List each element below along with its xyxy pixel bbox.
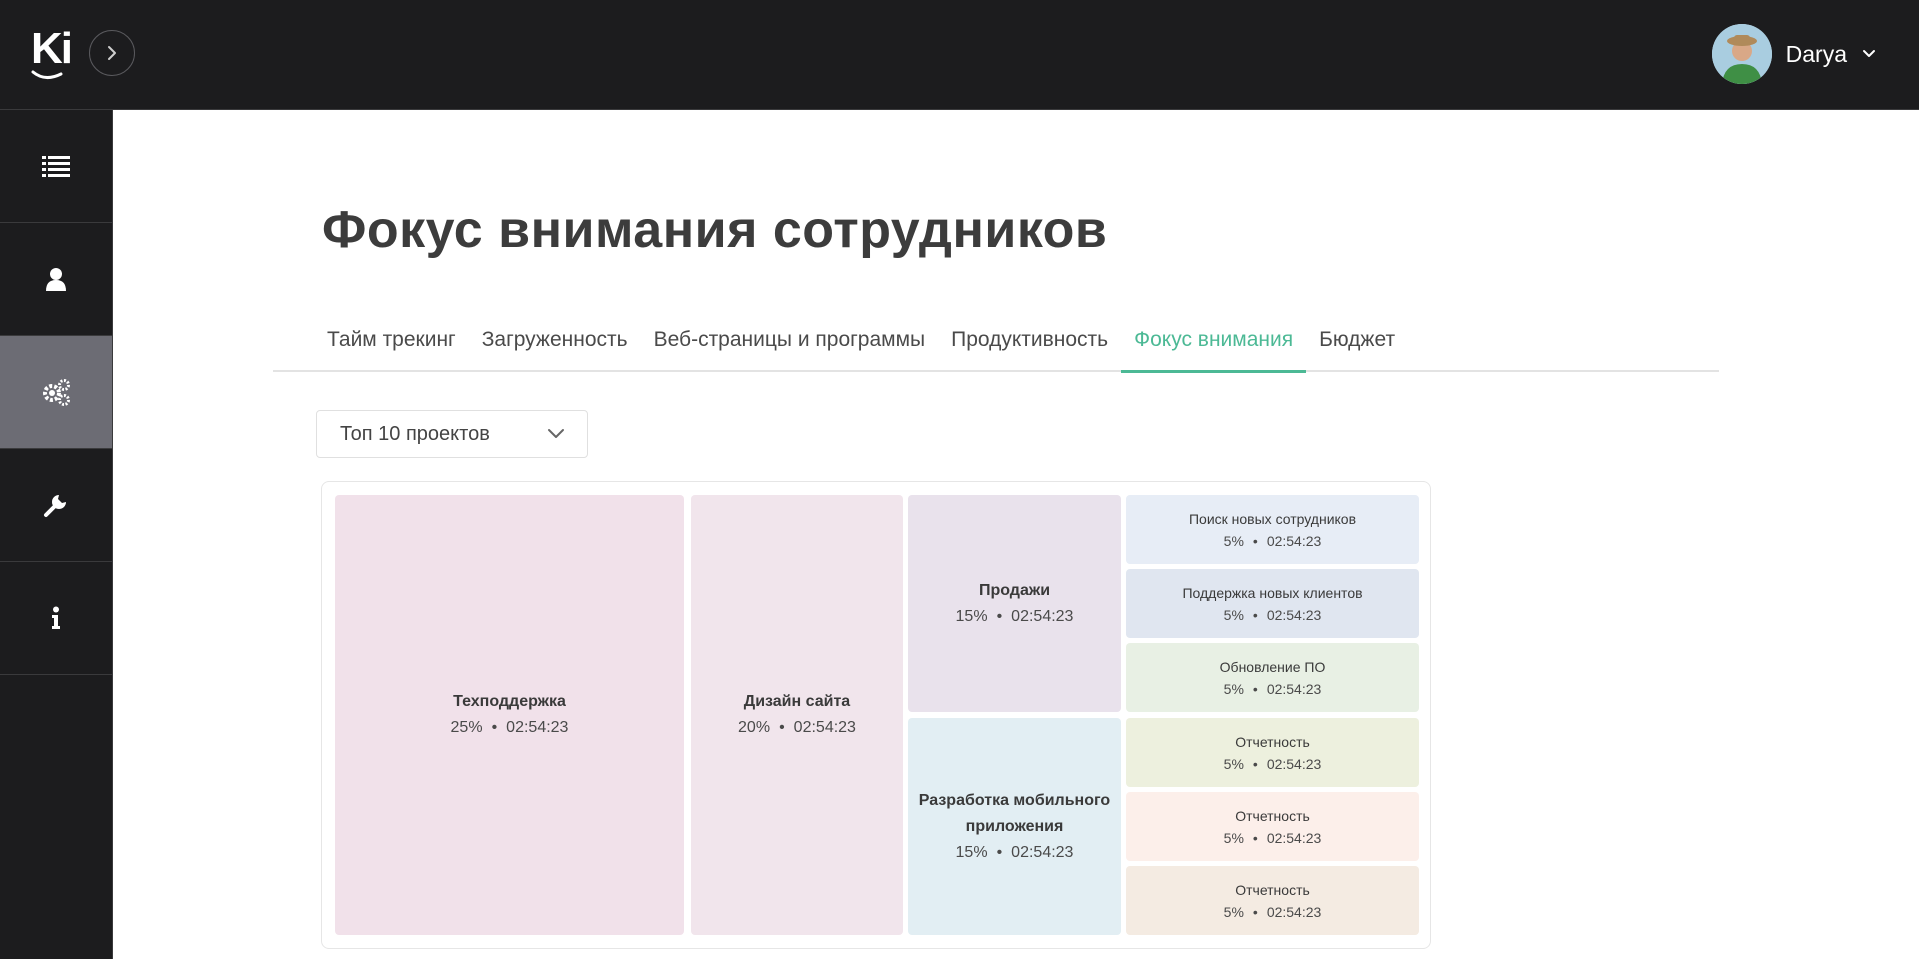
treemap-tile[interactable]: Обновление ПО 5% • 02:54:23 <box>1126 643 1419 712</box>
treemap-tile-time: 02:54:23 <box>1266 606 1322 623</box>
tab-budget[interactable]: Бюджет <box>1306 318 1408 362</box>
treemap-tile-name: Отчетность <box>1235 807 1310 824</box>
tab-web-apps[interactable]: Веб-страницы и программы <box>641 318 939 362</box>
wrench-icon <box>44 495 66 517</box>
treemap-tile-percent: 15% <box>955 607 988 625</box>
tab-workload[interactable]: Загруженность <box>469 318 641 362</box>
sidebar-item-list[interactable] <box>0 110 112 223</box>
tab-focus[interactable]: Фокус внимания <box>1121 318 1307 373</box>
treemap-tile-time: 02:54:23 <box>1266 532 1322 549</box>
treemap-tile-name: Техподдержка <box>453 693 566 710</box>
treemap-tile-meta: 20% • 02:54:23 <box>738 715 856 741</box>
separator-dot: • <box>1252 680 1258 697</box>
treemap-tile-percent: 5% <box>1223 903 1244 920</box>
treemap-tile-meta: 5% • 02:54:23 <box>1224 753 1322 775</box>
treemap-tile-meta: 5% • 02:54:23 <box>1224 530 1322 552</box>
chevron-down-icon <box>548 429 564 438</box>
treemap-tile-time: 02:54:23 <box>506 719 569 736</box>
treemap-tile[interactable]: Дизайн сайта 20% • 02:54:23 <box>691 495 903 935</box>
treemap-tile-percent: 5% <box>1223 680 1244 697</box>
treemap-tile-percent: 5% <box>1223 755 1244 772</box>
app-logo[interactable]: Ki <box>31 24 83 80</box>
treemap-tile-time: 02:54:23 <box>1266 755 1322 772</box>
chevron-right-icon <box>108 46 116 60</box>
treemap-tile-percent: 25% <box>450 719 483 736</box>
treemap-tile-name: Поддержка новых клиентов <box>1182 584 1363 601</box>
treemap-tile-name: Продажи <box>978 581 1051 599</box>
treemap-tile[interactable]: Поддержка новых клиентов 5% • 02:54:23 <box>1126 569 1419 638</box>
user-name[interactable]: Darya <box>1786 41 1847 68</box>
treemap-tile-name: Дизайн сайта <box>743 693 851 710</box>
treemap-tile-meta: 5% • 02:54:23 <box>1224 827 1322 849</box>
user-icon <box>46 268 66 291</box>
user-menu[interactable]: Darya <box>1711 24 1877 84</box>
treemap-tile-name: Разработка мобильного приложения <box>918 791 1111 835</box>
sidebar-item-tools[interactable] <box>0 449 112 562</box>
treemap-tile[interactable]: Поиск новых сотрудников 5% • 02:54:23 <box>1126 495 1419 564</box>
tab-time-tracking[interactable]: Тайм трекинг <box>317 318 469 362</box>
gears-icon <box>43 379 70 406</box>
treemap-tile-time: 02:54:23 <box>1266 903 1322 920</box>
treemap-tile[interactable]: Техподдержка 25% • 02:54:23 <box>335 495 684 935</box>
treemap-tile[interactable]: Продажи 15% • 02:54:23 <box>908 495 1121 712</box>
sidebar-toggle-button[interactable] <box>89 30 135 76</box>
treemap-tile-percent: 15% <box>955 843 988 861</box>
treemap-tile-name: Отчетность <box>1235 733 1310 750</box>
separator-dot: • <box>996 843 1003 861</box>
chevron-down-icon[interactable] <box>1861 48 1877 60</box>
treemap-tile-percent: 20% <box>738 719 771 736</box>
separator-dot: • <box>1252 755 1258 772</box>
sidebar <box>0 110 113 959</box>
separator-dot: • <box>1252 532 1258 549</box>
focus-treemap: Техподдержка 25% • 02:54:23 Дизайн сайта 20% •… <box>321 481 1431 949</box>
treemap-tile-meta: 15% • 02:54:23 <box>956 840 1074 866</box>
separator-dot: • <box>491 719 498 736</box>
treemap-tile-time: 02:54:23 <box>1011 843 1074 861</box>
treemap-tile-percent: 5% <box>1223 829 1244 846</box>
treemap-tile-name: Поиск новых сотрудников <box>1188 510 1357 527</box>
separator-dot: • <box>996 607 1003 625</box>
treemap-tile-time: 02:54:23 <box>1011 607 1074 625</box>
separator-dot: • <box>1252 606 1258 623</box>
tab-bar: Тайм трекинг Загруженность Веб-страницы … <box>273 318 1719 373</box>
treemap-tile-percent: 5% <box>1223 606 1244 623</box>
avatar[interactable] <box>1711 24 1772 84</box>
treemap-tile-percent: 5% <box>1223 532 1244 549</box>
project-filter-value: Топ 10 проектов <box>340 422 490 445</box>
project-filter-select[interactable]: Топ 10 проектов <box>316 410 588 458</box>
treemap-tile[interactable]: Отчетность 5% • 02:54:23 <box>1126 792 1419 861</box>
treemap-tile-name: Обновление ПО <box>1219 658 1326 675</box>
top-bar: Ki Darya <box>0 0 1919 110</box>
treemap-tile-meta: 15% • 02:54:23 <box>956 604 1074 630</box>
sidebar-item-users[interactable] <box>0 223 112 336</box>
treemap-tile[interactable]: Отчетность 5% • 02:54:23 <box>1126 866 1419 935</box>
treemap-tile-time: 02:54:23 <box>1266 829 1322 846</box>
treemap-tile[interactable]: Разработка мобильного приложения 15% • 02:5… <box>908 718 1121 935</box>
separator-dot: • <box>1252 829 1258 846</box>
treemap-tile-meta: 5% • 02:54:23 <box>1224 604 1322 626</box>
treemap-tile-meta: 5% • 02:54:23 <box>1224 678 1322 700</box>
list-icon <box>42 156 70 177</box>
treemap-tile-meta: 5% • 02:54:23 <box>1224 901 1322 923</box>
separator-dot: • <box>1252 903 1258 920</box>
logo-text: Ki <box>31 24 73 73</box>
sidebar-item-settings[interactable] <box>0 336 112 449</box>
sidebar-item-info[interactable] <box>0 562 112 675</box>
tab-productivity[interactable]: Продуктивность <box>938 318 1121 362</box>
page-title: Фокус внимания сотрудников <box>322 201 1108 259</box>
treemap-tile-name: Отчетность <box>1235 881 1310 898</box>
treemap-tile[interactable]: Отчетность 5% • 02:54:23 <box>1126 718 1419 787</box>
info-icon <box>52 606 60 629</box>
treemap-tile-meta: 25% • 02:54:23 <box>451 715 569 741</box>
separator-dot: • <box>779 719 785 736</box>
treemap-tile-time: 02:54:23 <box>1266 680 1322 697</box>
treemap-tile-time: 02:54:23 <box>793 719 856 736</box>
